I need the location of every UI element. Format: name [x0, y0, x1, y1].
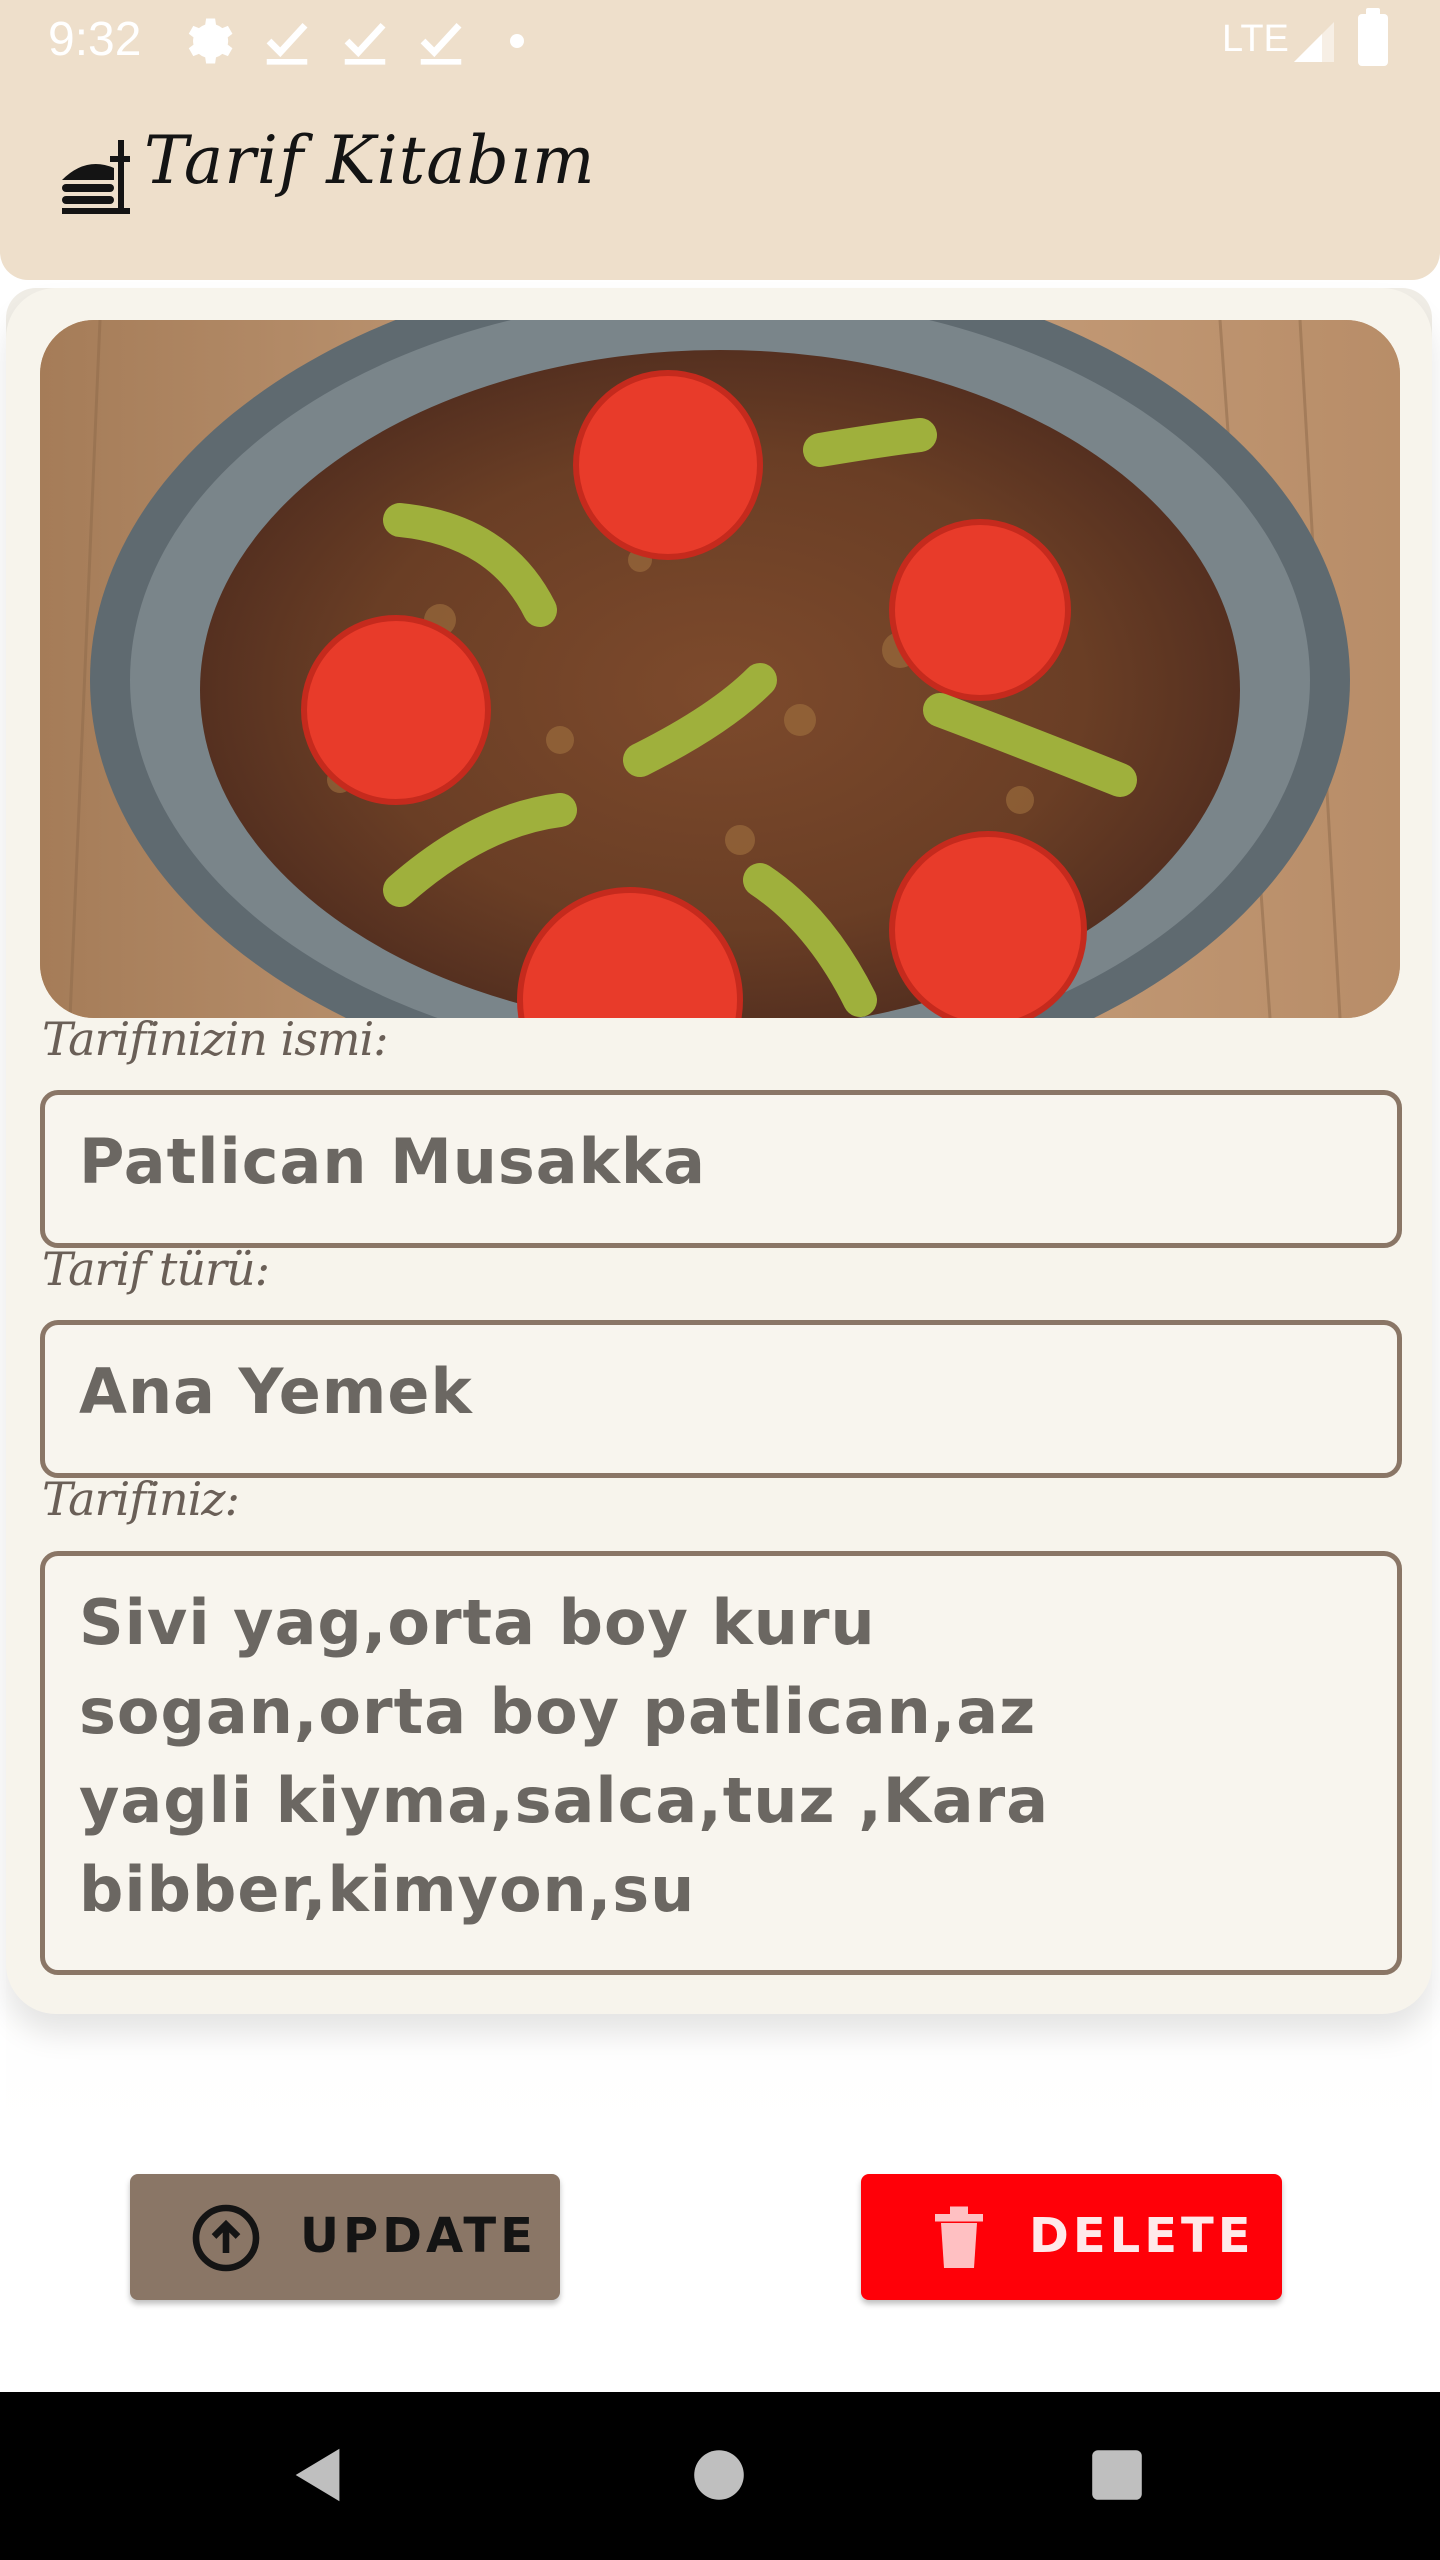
check-download-icon	[344, 22, 386, 65]
trash-icon	[935, 2206, 983, 2268]
system-nav-bar	[0, 2392, 1440, 2560]
update-button[interactable]: UPDATE	[130, 2174, 560, 2300]
recipe-name-label: Tarifinizin ismi:	[42, 1012, 389, 1066]
upload-circle-icon	[192, 2204, 260, 2272]
home-icon[interactable]	[684, 2440, 754, 2510]
recipe-name-field[interactable]: Patlican Musakka	[40, 1090, 1402, 1248]
signal-icon	[1294, 22, 1334, 62]
recipe-text-label: Tarifiniz:	[42, 1472, 240, 1526]
recipe-text-value: Sivi yag,orta boy kuru sogan,orta boy pa…	[79, 1586, 1050, 1926]
update-label: UPDATE	[300, 2208, 537, 2264]
recipe-photo[interactable]	[40, 320, 1400, 1018]
app-bar: Tarif Kitabım	[0, 84, 1440, 280]
recipe-text-field[interactable]: Sivi yag,orta boy kuru sogan,orta boy pa…	[40, 1551, 1402, 1975]
recipe-type-label: Tarif türü:	[42, 1242, 270, 1296]
network-type: LTE	[1222, 18, 1289, 60]
delete-button[interactable]: DELETE	[861, 2174, 1282, 2300]
check-download-icon	[420, 22, 462, 65]
app-title: Tarif Kitabım	[144, 122, 596, 199]
check-download-icon	[266, 22, 308, 65]
gear-icon	[188, 18, 233, 64]
recipe-type-value: Ana Yemek	[79, 1355, 473, 1428]
status-time: 9:32	[48, 13, 142, 66]
recents-icon[interactable]	[1082, 2440, 1152, 2510]
delete-label: DELETE	[1029, 2208, 1255, 2264]
recipe-type-field[interactable]: Ana Yemek	[40, 1320, 1402, 1478]
back-icon[interactable]	[284, 2440, 354, 2510]
recipe-name-value: Patlican Musakka	[79, 1125, 706, 1198]
food-bell-icon	[62, 140, 130, 214]
battery-icon	[1358, 8, 1388, 66]
dot-icon	[510, 34, 524, 48]
musakka-photo	[40, 320, 1400, 1018]
status-bar: 9:32 LTE	[0, 0, 1440, 84]
